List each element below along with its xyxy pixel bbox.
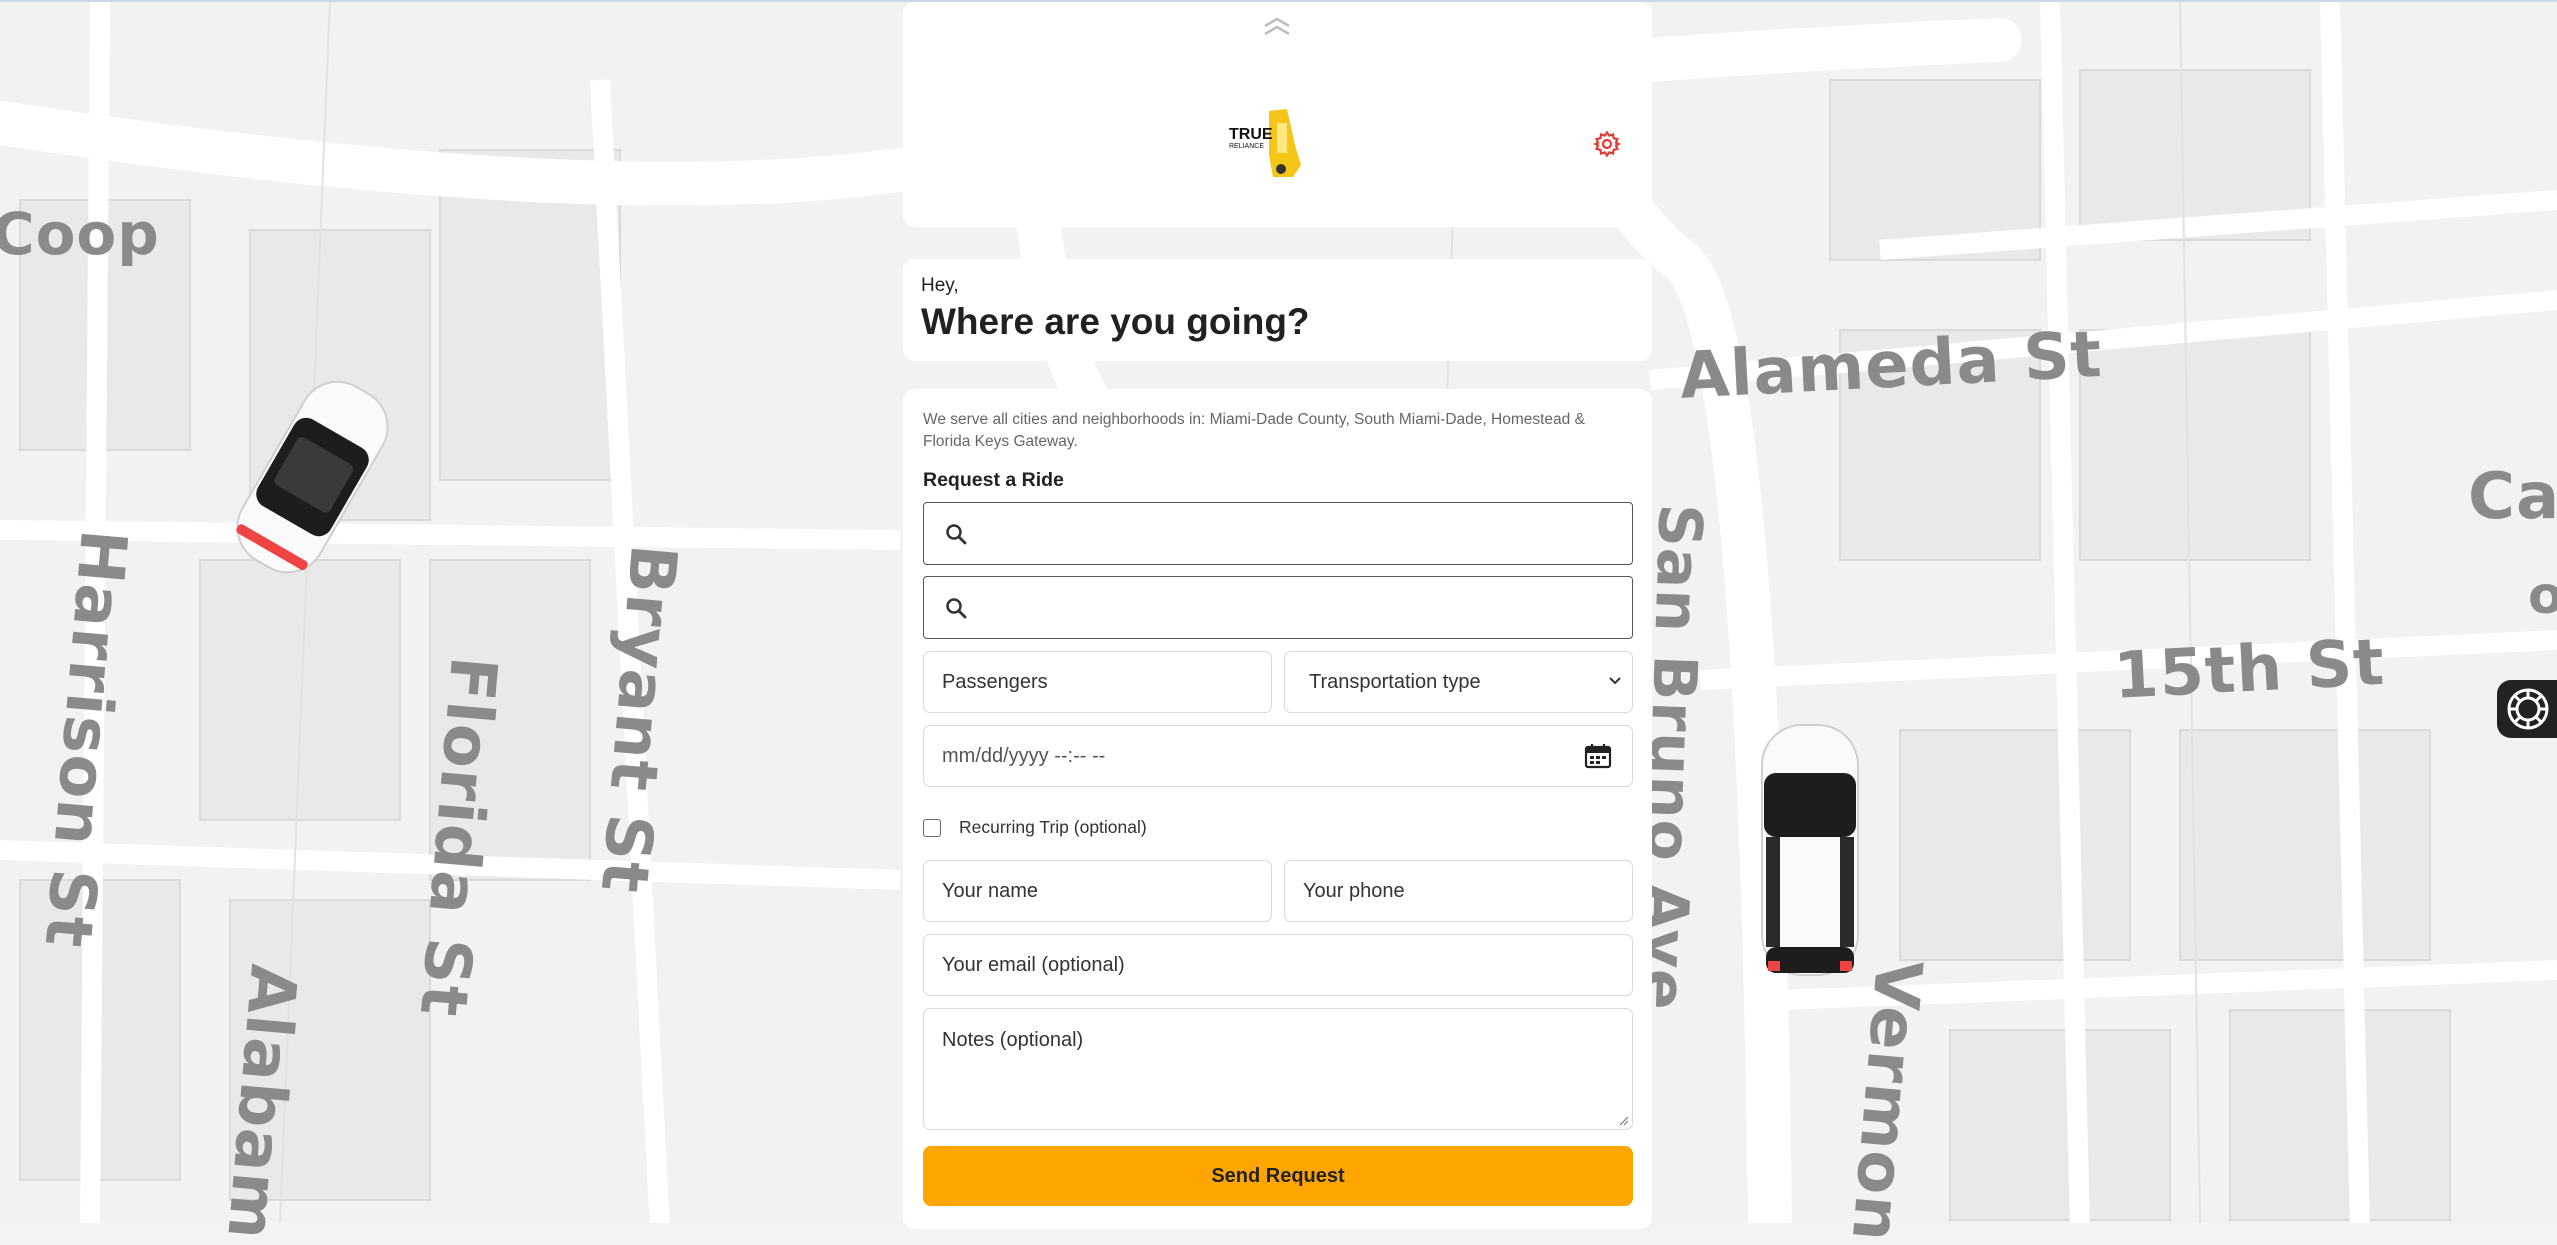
- send-request-button[interactable]: Send Request: [923, 1146, 1633, 1206]
- map-label-15th: 15th St: [2112, 625, 2387, 714]
- chevron-down-icon: [1609, 677, 1621, 685]
- datetime-placeholder: mm/dd/yyyy --:-- --: [942, 744, 1106, 767]
- dropoff-input[interactable]: [923, 576, 1633, 639]
- pickup-input[interactable]: [923, 502, 1633, 565]
- gear-icon[interactable]: [1593, 130, 1621, 158]
- name-placeholder: Your name: [942, 879, 1038, 902]
- email-input[interactable]: Your email (optional): [923, 934, 1633, 996]
- transportation-type-select[interactable]: Transportation type: [1284, 651, 1633, 713]
- svg-text:RELIANCE: RELIANCE: [1229, 143, 1264, 150]
- search-icon: [946, 597, 967, 618]
- service-area-text: We serve all cities and neighborhoods in…: [923, 411, 1585, 450]
- notes-textarea[interactable]: Notes (optional): [923, 1008, 1633, 1130]
- calendar-icon[interactable]: [1584, 743, 1612, 769]
- page-title: Where are you going?: [921, 301, 1310, 342]
- email-placeholder: Your email (optional): [942, 953, 1125, 976]
- transportation-type-value: Transportation type: [1309, 670, 1481, 693]
- recurring-trip-checkbox[interactable]: [923, 818, 941, 837]
- brand-logo[interactable]: TRUE RELIANCE: [1229, 105, 1307, 181]
- recurring-trip-label[interactable]: Recurring Trip (optional): [959, 817, 1147, 838]
- phone-placeholder: Your phone: [1303, 879, 1405, 902]
- datetime-input[interactable]: mm/dd/yyyy --:-- --: [923, 725, 1633, 787]
- greeting-card: Hey, Where are you going?: [903, 259, 1652, 361]
- notes-placeholder: Notes (optional): [942, 1029, 1084, 1051]
- car-icon: [1761, 724, 1859, 976]
- car-icon: [236, 380, 389, 574]
- ride-panel: TRUE RELIANCE Hey, Where are you going? …: [903, 2, 1652, 1229]
- passengers-input[interactable]: Passengers: [923, 651, 1272, 713]
- resize-grip-icon[interactable]: [1619, 1116, 1629, 1126]
- recurring-trip-row[interactable]: Recurring Trip (optional): [923, 817, 1147, 838]
- accessibility-icon: [2507, 688, 2549, 730]
- svg-text:TRUE: TRUE: [1229, 126, 1273, 143]
- greeting-text: Hey,: [921, 275, 959, 296]
- map-label-california-2: o: [2528, 566, 2557, 626]
- accessibility-widget[interactable]: [2497, 680, 2557, 738]
- phone-input[interactable]: Your phone: [1284, 860, 1633, 922]
- chevron-up-double-icon[interactable]: [1259, 16, 1295, 38]
- form-title: Request a Ride: [923, 469, 1064, 491]
- map-label-california: Calif: [2468, 460, 2557, 534]
- search-icon: [946, 523, 967, 544]
- ride-request-form: We serve all cities and neighborhoods in…: [903, 389, 1652, 1229]
- name-input[interactable]: Your name: [923, 860, 1272, 922]
- passengers-placeholder: Passengers: [942, 670, 1048, 693]
- header-card: TRUE RELIANCE: [903, 2, 1652, 227]
- map-label-coop: Coop: [0, 200, 160, 268]
